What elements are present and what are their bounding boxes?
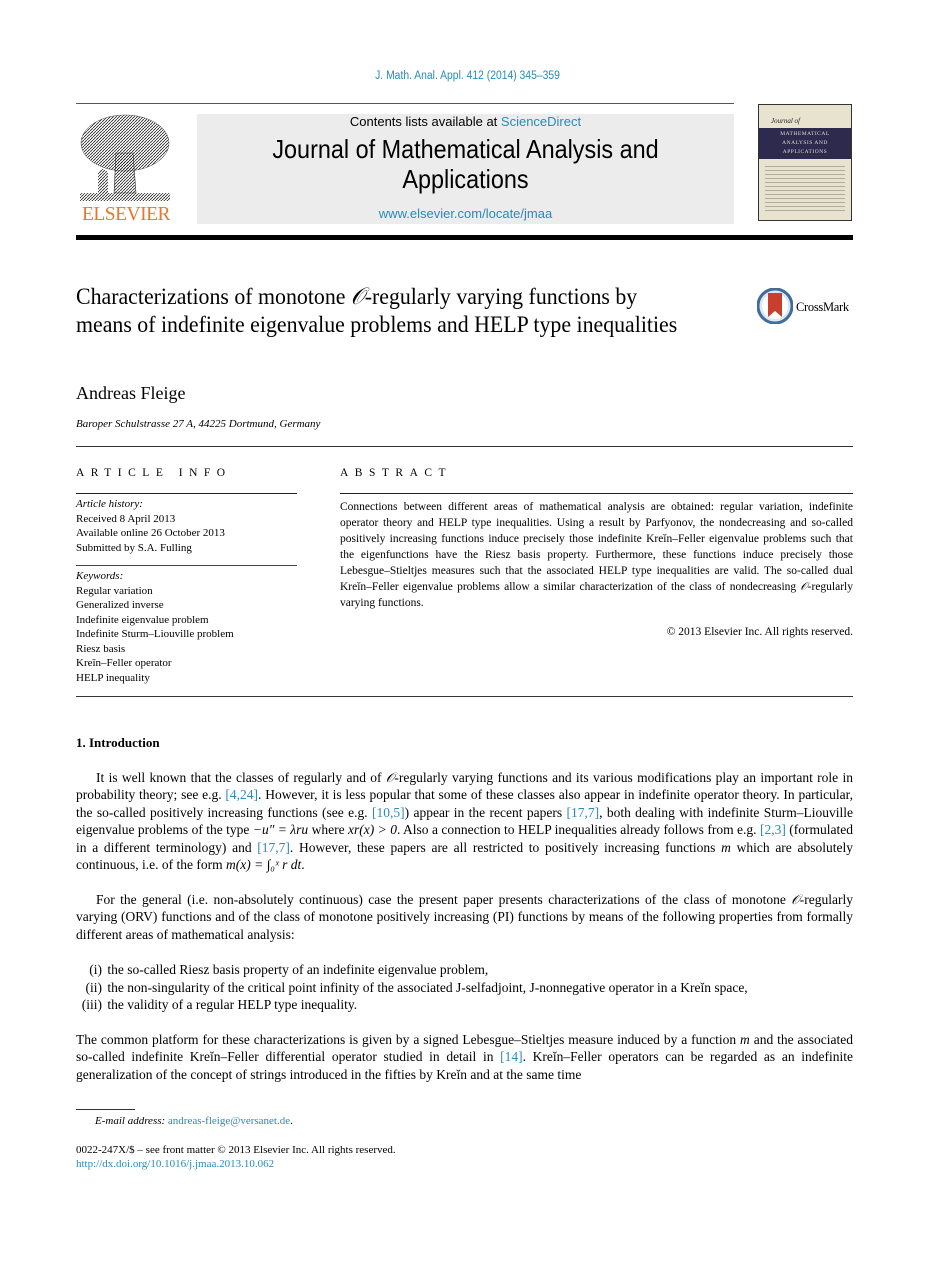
history-item: Submitted by S.A. Fulling xyxy=(76,541,192,554)
citation-link[interactable]: [14] xyxy=(500,1049,523,1064)
citation-link[interactable]: [4,24] xyxy=(225,787,258,802)
cover-title-line3: APPLICATIONS xyxy=(782,149,828,155)
abstract-part1: Connections between different areas of m… xyxy=(340,501,853,593)
email-label: E-mail address: xyxy=(95,1115,168,1127)
equation: xr(x) > 0 xyxy=(348,822,397,838)
contents-line: Contents lists available at ScienceDirec… xyxy=(197,114,734,129)
citation-link[interactable]: [10,5] xyxy=(372,805,405,820)
text: It is well known that the classes of reg… xyxy=(96,770,386,785)
cover-editorial-lines xyxy=(765,163,845,213)
text: ) appear in the recent papers xyxy=(404,804,567,820)
list-number: (ii) xyxy=(85,979,103,995)
section-heading-introduction: 1. Introduction xyxy=(76,735,160,750)
list-number: (i) xyxy=(89,962,102,977)
contents-prefix: Contents lists available at xyxy=(349,114,501,129)
title-symbol: 𝒪 xyxy=(350,284,365,310)
abstract-text: Connections between different areas of m… xyxy=(340,499,853,611)
cover-journal-of: Journal of xyxy=(771,117,800,125)
text: For the general (i.e. non-absolutely con… xyxy=(96,892,792,907)
text: . Also a connection to HELP inequalities… xyxy=(396,822,760,838)
keyword: Riesz basis xyxy=(76,642,126,655)
header-thick-rule xyxy=(76,235,853,240)
front-matter-line: 0022-247X/$ – see front matter © 2013 El… xyxy=(76,1144,396,1156)
journal-cover-image[interactable]: Journal of MATHEMATICAL ANALYSIS AND APP… xyxy=(758,104,852,221)
title-rule xyxy=(76,446,853,447)
intro-paragraph-2: For the general (i.e. non-absolutely con… xyxy=(76,891,853,943)
doi-link[interactable]: http://dx.doi.org/10.1016/j.jmaa.2013.10… xyxy=(76,1157,396,1171)
author-name: Andreas Fleige xyxy=(76,383,186,403)
email-link[interactable]: andreas-fleige@versanet.de xyxy=(168,1115,290,1127)
front-matter-info: 0022-247X/$ – see front matter © 2013 El… xyxy=(76,1143,396,1171)
journal-reference[interactable]: J. Math. Anal. Appl. 412 (2014) 345–359 xyxy=(47,70,889,82)
article-info-rule xyxy=(76,493,297,494)
list-text: the so-called Riesz basis property of an… xyxy=(107,962,489,977)
keyword: Regular variation xyxy=(76,584,153,597)
citation-link[interactable]: [17,7] xyxy=(257,840,290,855)
sciencedirect-link[interactable]: ScienceDirect xyxy=(501,114,581,129)
variable: m xyxy=(740,1032,750,1047)
footnote-rule xyxy=(76,1109,135,1110)
keywords-label: Keywords: xyxy=(76,570,124,582)
cover-title-line2: ANALYSIS AND xyxy=(782,140,828,146)
article-info-heading: ARTICLE INFO xyxy=(76,467,232,479)
equation: m(x) = ∫₀ˣ r dt xyxy=(225,857,302,873)
history-item: Received 8 April 2013 xyxy=(76,512,176,525)
script-o-symbol: 𝒪 xyxy=(791,892,800,907)
header-rule xyxy=(76,103,734,104)
email-end: . xyxy=(290,1115,293,1127)
front-matter-rule xyxy=(76,696,853,697)
keywords-list: Keywords: Regular variation Generalized … xyxy=(76,569,301,685)
text: The common platform for these characteri… xyxy=(76,1032,741,1047)
keyword: Indefinite Sturm–Liouville problem xyxy=(76,628,234,640)
citation-link[interactable]: [2,3] xyxy=(760,822,786,837)
list-text: the non-singularity of the critical poin… xyxy=(107,979,748,995)
history-item: Available online 26 October 2013 xyxy=(76,527,225,539)
article-title: Characterizations of monotone 𝒪-regularl… xyxy=(76,283,690,339)
keyword: Kreĭn–Feller operator xyxy=(76,657,172,669)
property-list: (i) the so-called Riesz basis property o… xyxy=(76,961,866,1014)
equation: −u″ = λru xyxy=(252,822,309,838)
journal-title-line1: Journal of Mathematical Analysis and xyxy=(272,134,659,164)
keyword: HELP inequality xyxy=(76,671,150,684)
crossmark-icon[interactable] xyxy=(756,287,794,325)
list-text: the validity of a regular HELP type ineq… xyxy=(107,997,358,1012)
keywords-rule xyxy=(76,565,297,566)
journal-url-link[interactable]: www.elsevier.com/locate/jmaa xyxy=(197,206,734,221)
intro-paragraph-3: The common platform for these characteri… xyxy=(76,1031,853,1083)
abstract-symbol: 𝒪 xyxy=(800,581,808,593)
email-footnote: E-mail address: andreas-fleige@versanet.… xyxy=(95,1115,293,1127)
abstract-heading: ABSTRACT xyxy=(340,467,453,479)
text: where xyxy=(308,822,348,838)
abstract-copyright: © 2013 Elsevier Inc. All rights reserved… xyxy=(666,626,853,638)
text: . However, these papers are all restrict… xyxy=(289,839,722,855)
cover-title-band: MATHEMATICAL ANALYSIS AND APPLICATIONS xyxy=(759,128,851,159)
elsevier-tree-logo-icon xyxy=(78,113,172,205)
cover-title-line1: MATHEMATICAL xyxy=(780,131,830,137)
title-part1: Characterizations of monotone xyxy=(76,284,351,310)
intro-paragraph-1: It is well known that the classes of reg… xyxy=(76,769,853,873)
list-item: (i) the so-called Riesz basis property o… xyxy=(76,961,866,979)
keyword: Indefinite eigenvalue problem xyxy=(76,613,209,626)
elsevier-logo-text: ELSEVIER xyxy=(81,204,171,225)
variable: m xyxy=(721,839,731,855)
article-history: Article history: Received 8 April 2013 A… xyxy=(76,497,301,555)
citation-link[interactable]: [17,7] xyxy=(566,805,599,820)
list-item: (iii) the validity of a regular HELP typ… xyxy=(76,996,866,1014)
abstract-rule xyxy=(340,493,853,494)
crossmark-label[interactable]: CrossMark xyxy=(796,300,849,315)
journal-title: Journal of Mathematical Analysis and App… xyxy=(224,134,707,194)
keyword: Generalized inverse xyxy=(76,599,164,611)
text: . xyxy=(301,857,305,873)
list-item: (ii) the non-singularity of the critical… xyxy=(76,979,866,997)
history-label: Article history: xyxy=(76,498,143,510)
author-affiliation: Baroper Schulstrasse 27 A, 44225 Dortmun… xyxy=(76,418,321,430)
list-number: (iii) xyxy=(81,997,102,1012)
journal-title-line2: Applications xyxy=(402,164,529,194)
